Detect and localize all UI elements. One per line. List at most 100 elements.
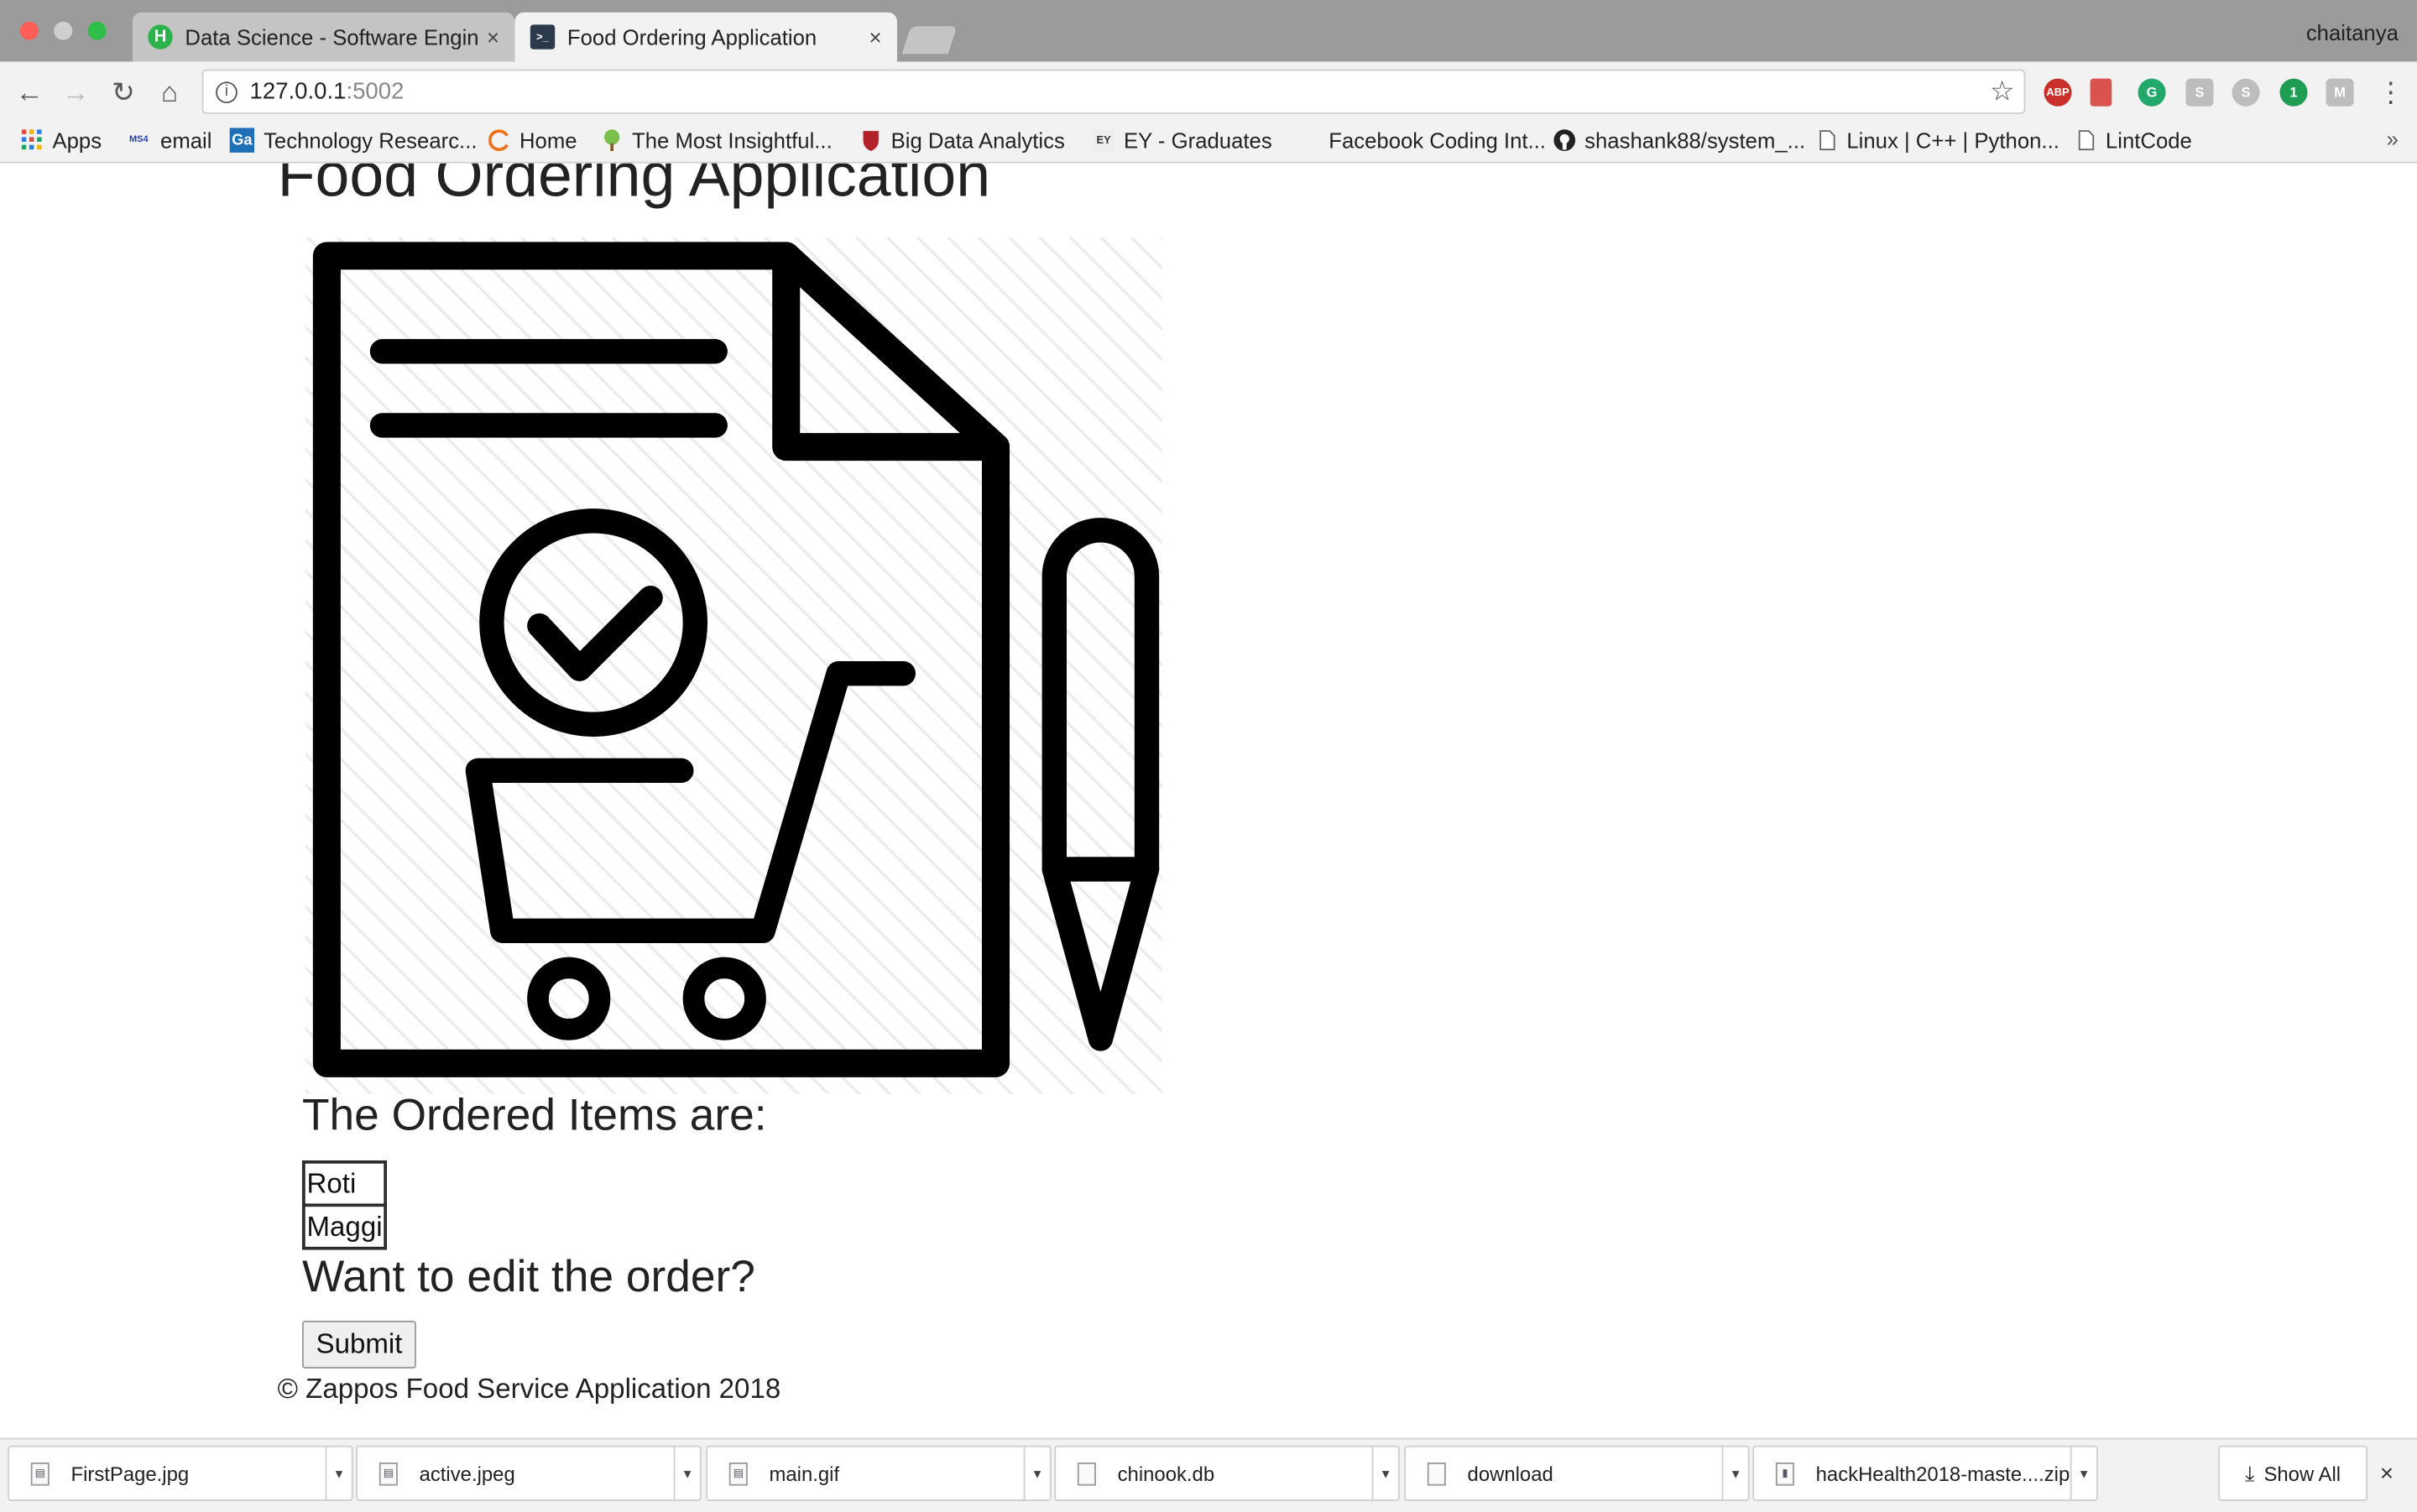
minimize-window-button[interactable] <box>54 21 73 40</box>
image-file-icon: ▤ <box>30 1462 50 1485</box>
submit-button[interactable]: Submit <box>301 1321 416 1369</box>
tab-data-science[interactable]: H Data Science - Software Engin × <box>132 12 515 62</box>
download-filename: chinook.db <box>1117 1462 1215 1485</box>
bookmark-email[interactable]: MS4 email <box>127 127 212 154</box>
bookmark-facebook-coding[interactable]: Facebook Coding Int... <box>1329 127 1546 154</box>
download-filename: active.jpeg <box>419 1462 515 1485</box>
download-filename: hackHealth2018-maste....zip <box>1815 1462 2070 1485</box>
reload-icon[interactable]: ↻ <box>107 76 140 109</box>
home-icon[interactable]: ⌂ <box>153 76 186 109</box>
chevron-down-icon[interactable]: ▼ <box>325 1445 352 1501</box>
address-bar[interactable]: i 127.0.0.1 :5002 ☆ <box>201 69 2026 114</box>
profile-name[interactable]: chaitanya <box>2306 20 2399 44</box>
page-title: Food Ordering Application <box>277 163 991 210</box>
download-item[interactable]: ▮ hackHealth2018-maste....zip ▼ <box>1752 1445 2098 1501</box>
skype-icon[interactable]: S <box>2232 78 2260 107</box>
download-filename: download <box>1467 1462 1553 1485</box>
apps-grid-icon <box>21 129 44 151</box>
download-filename: main.gif <box>769 1462 840 1485</box>
bookmark-label: Home <box>519 128 577 153</box>
bookmark-linux-cpp[interactable]: Linux | C++ | Python... <box>1816 127 2059 154</box>
tab-title: Data Science - Software Engin <box>185 24 478 50</box>
chevron-down-icon[interactable]: ▼ <box>1023 1445 1050 1501</box>
bookmarks-bar: Apps MS4 email Ga Technology Researc... … <box>0 120 2417 164</box>
download-item[interactable]: ▤ active.jpeg ▼ <box>356 1445 702 1501</box>
grammarly-icon[interactable]: G <box>2138 78 2166 107</box>
bookmark-most-insightful[interactable]: The Most Insightful... <box>601 127 833 154</box>
table-cell: Roti <box>303 1161 386 1206</box>
edit-order-heading: Want to edit the order? <box>301 1253 755 1303</box>
ext-m-icon[interactable]: M <box>2326 78 2354 107</box>
file-icon <box>1077 1462 1096 1485</box>
tab-close-icon[interactable]: × <box>869 24 882 49</box>
bookmark-big-data[interactable]: Big Data Analytics <box>860 127 1065 154</box>
bookmark-home[interactable]: Home <box>488 127 577 154</box>
new-tab-button[interactable] <box>901 26 958 55</box>
shield-icon <box>860 129 882 151</box>
hackerearth-favicon-icon: H <box>148 24 173 50</box>
bookmark-label: Facebook Coding Int... <box>1329 128 1546 153</box>
download-filename: FirstPage.jpg <box>70 1462 190 1485</box>
download-item[interactable]: chinook.db ▼ <box>1054 1445 1400 1501</box>
download-arrow-icon: ⤓ <box>2245 1460 2255 1485</box>
terminal-favicon-icon: >_ <box>530 24 556 50</box>
close-downloads-icon[interactable]: × <box>2380 1461 2394 1487</box>
back-arrow-icon[interactable]: ← <box>13 76 46 109</box>
chevron-down-icon[interactable]: ▼ <box>1721 1445 1748 1501</box>
download-item[interactable]: download ▼ <box>1404 1445 1750 1501</box>
bookmark-apps[interactable]: Apps <box>21 127 102 154</box>
downloads-bar: ▤ FirstPage.jpg ▼ ▤ active.jpeg ▼ ▤ main… <box>0 1437 2417 1512</box>
bookmark-label: Linux | C++ | Python... <box>1846 128 2059 153</box>
home-c-icon <box>488 129 510 151</box>
bookmark-label: Big Data Analytics <box>890 128 1065 153</box>
show-all-label: Show All <box>2263 1462 2341 1485</box>
window-titlebar: H Data Science - Software Engin × >_ Foo… <box>0 0 2417 62</box>
bookmark-label: The Most Insightful... <box>632 128 833 153</box>
download-item[interactable]: ▤ FirstPage.jpg ▼ <box>8 1445 353 1501</box>
url-port: :5002 <box>346 78 405 105</box>
ms-icon: MS4 <box>128 135 149 145</box>
bookmark-label: Apps <box>52 128 102 153</box>
table-row: Roti <box>303 1161 386 1206</box>
bookmark-label: Technology Researc... <box>264 128 478 153</box>
table-row: Maggi <box>303 1205 386 1249</box>
tree-icon <box>601 129 623 151</box>
browser-toolbar: ← → ↻ ⌂ i 127.0.0.1 :5002 ☆ ABP G S S 1 … <box>0 61 2417 121</box>
tab-title: Food Ordering Application <box>566 24 817 50</box>
bookmark-label: LintCode <box>2105 128 2192 153</box>
show-all-downloads-button[interactable]: ⤓ Show All <box>2218 1445 2368 1501</box>
bookmark-ey-graduates[interactable]: EY EY - Graduates <box>1093 127 1272 154</box>
bookmark-label: EY - Graduates <box>1123 128 1272 153</box>
bookmark-ext-icon[interactable] <box>2090 78 2112 107</box>
bookmark-technology-research[interactable]: Ga Technology Researc... <box>229 127 478 154</box>
order-checklist-cart-image <box>305 237 1162 1095</box>
adblock-icon[interactable]: ABP <box>2044 78 2072 107</box>
ordered-items-table: Roti Maggi <box>301 1160 388 1250</box>
bookmark-github[interactable]: shashank88/system_... <box>1553 127 1805 154</box>
chevron-down-icon[interactable]: ▼ <box>1371 1445 1398 1501</box>
page-footer: © Zappos Food Service Application 2018 <box>277 1373 781 1405</box>
page-icon <box>1816 129 1838 151</box>
file-icon <box>1427 1462 1446 1485</box>
image-file-icon: ▤ <box>378 1462 398 1485</box>
browser-menu-icon[interactable]: ⋮ <box>2377 77 2404 110</box>
page-content: Food Ordering Application The Ordered It… <box>0 163 2417 1438</box>
bookmarks-overflow-icon[interactable]: » <box>2387 127 2399 151</box>
tab-food-ordering[interactable]: >_ Food Ordering Application × <box>514 12 897 62</box>
maximize-window-button[interactable] <box>87 21 107 40</box>
ga-icon: Ga <box>229 128 255 153</box>
forward-arrow-icon[interactable]: → <box>59 76 92 109</box>
ext-badge-icon[interactable]: 1 <box>2279 78 2308 107</box>
chevron-down-icon[interactable]: ▼ <box>2070 1445 2096 1501</box>
table-cell: Maggi <box>303 1205 386 1249</box>
download-item[interactable]: ▤ main.gif ▼ <box>706 1445 1052 1501</box>
close-window-button[interactable] <box>19 21 39 40</box>
bookmark-label: email <box>160 128 212 153</box>
bookmark-star-icon[interactable]: ☆ <box>1990 76 2015 108</box>
tab-close-icon[interactable]: × <box>487 24 499 49</box>
bookmark-lintcode[interactable]: LintCode <box>2075 127 2192 154</box>
info-icon[interactable]: i <box>216 81 238 103</box>
zip-file-icon: ▮ <box>1775 1462 1794 1485</box>
chevron-down-icon[interactable]: ▼ <box>673 1445 700 1501</box>
ext-s-icon[interactable]: S <box>2185 78 2214 107</box>
